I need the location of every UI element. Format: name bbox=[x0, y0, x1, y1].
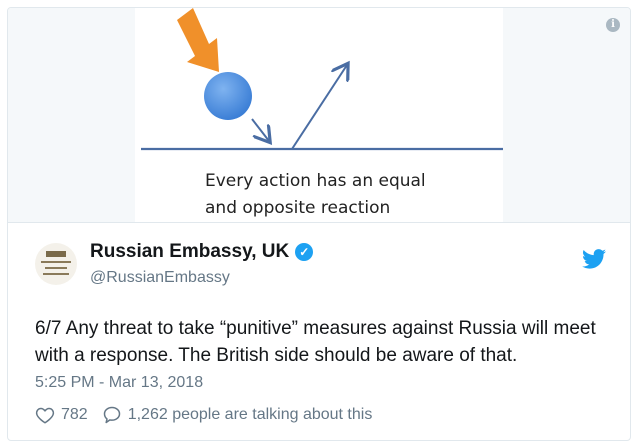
avatar-building-mark bbox=[46, 251, 66, 257]
twitter-bird-icon[interactable] bbox=[582, 249, 606, 269]
blue-ball bbox=[204, 72, 252, 120]
media-caption: Every action has an equal and opposite r… bbox=[205, 168, 505, 222]
tweet-timestamp[interactable]: 5:25 PM - Mar 13, 2018 bbox=[35, 374, 203, 392]
reply-bubble-icon[interactable] bbox=[102, 405, 122, 425]
avatar[interactable] bbox=[35, 243, 77, 285]
incoming-arrow bbox=[251, 118, 269, 141]
display-name[interactable]: Russian Embassy, UK bbox=[90, 241, 289, 263]
like-count[interactable]: 782 bbox=[61, 406, 88, 424]
tweet-text: 6/7 Any threat to take “punitive” measur… bbox=[35, 318, 596, 366]
verified-badge-icon: ✓ bbox=[295, 243, 314, 261]
author-name-row: Russian Embassy, UK ✓ bbox=[90, 241, 314, 263]
orange-arrow bbox=[177, 8, 219, 72]
tweet-header: Russian Embassy, UK ✓ @RussianEmbassy bbox=[8, 236, 630, 296]
caption-line-2: and opposite reaction bbox=[205, 198, 391, 218]
info-icon[interactable]: i bbox=[606, 18, 620, 32]
reflected-arrow bbox=[291, 65, 347, 150]
tweet-actions: 782 1,262 people are talking about this bbox=[35, 405, 372, 425]
user-handle[interactable]: @RussianEmbassy bbox=[90, 269, 230, 287]
heart-icon[interactable] bbox=[35, 406, 55, 424]
tweet-media[interactable]: Every action has an equal and opposite r… bbox=[8, 8, 630, 223]
caption-line-1: Every action has an equal bbox=[205, 171, 426, 191]
embedded-tweet-card: Every action has an equal and opposite r… bbox=[7, 7, 631, 441]
talking-about-link[interactable]: 1,262 people are talking about this bbox=[128, 406, 373, 424]
